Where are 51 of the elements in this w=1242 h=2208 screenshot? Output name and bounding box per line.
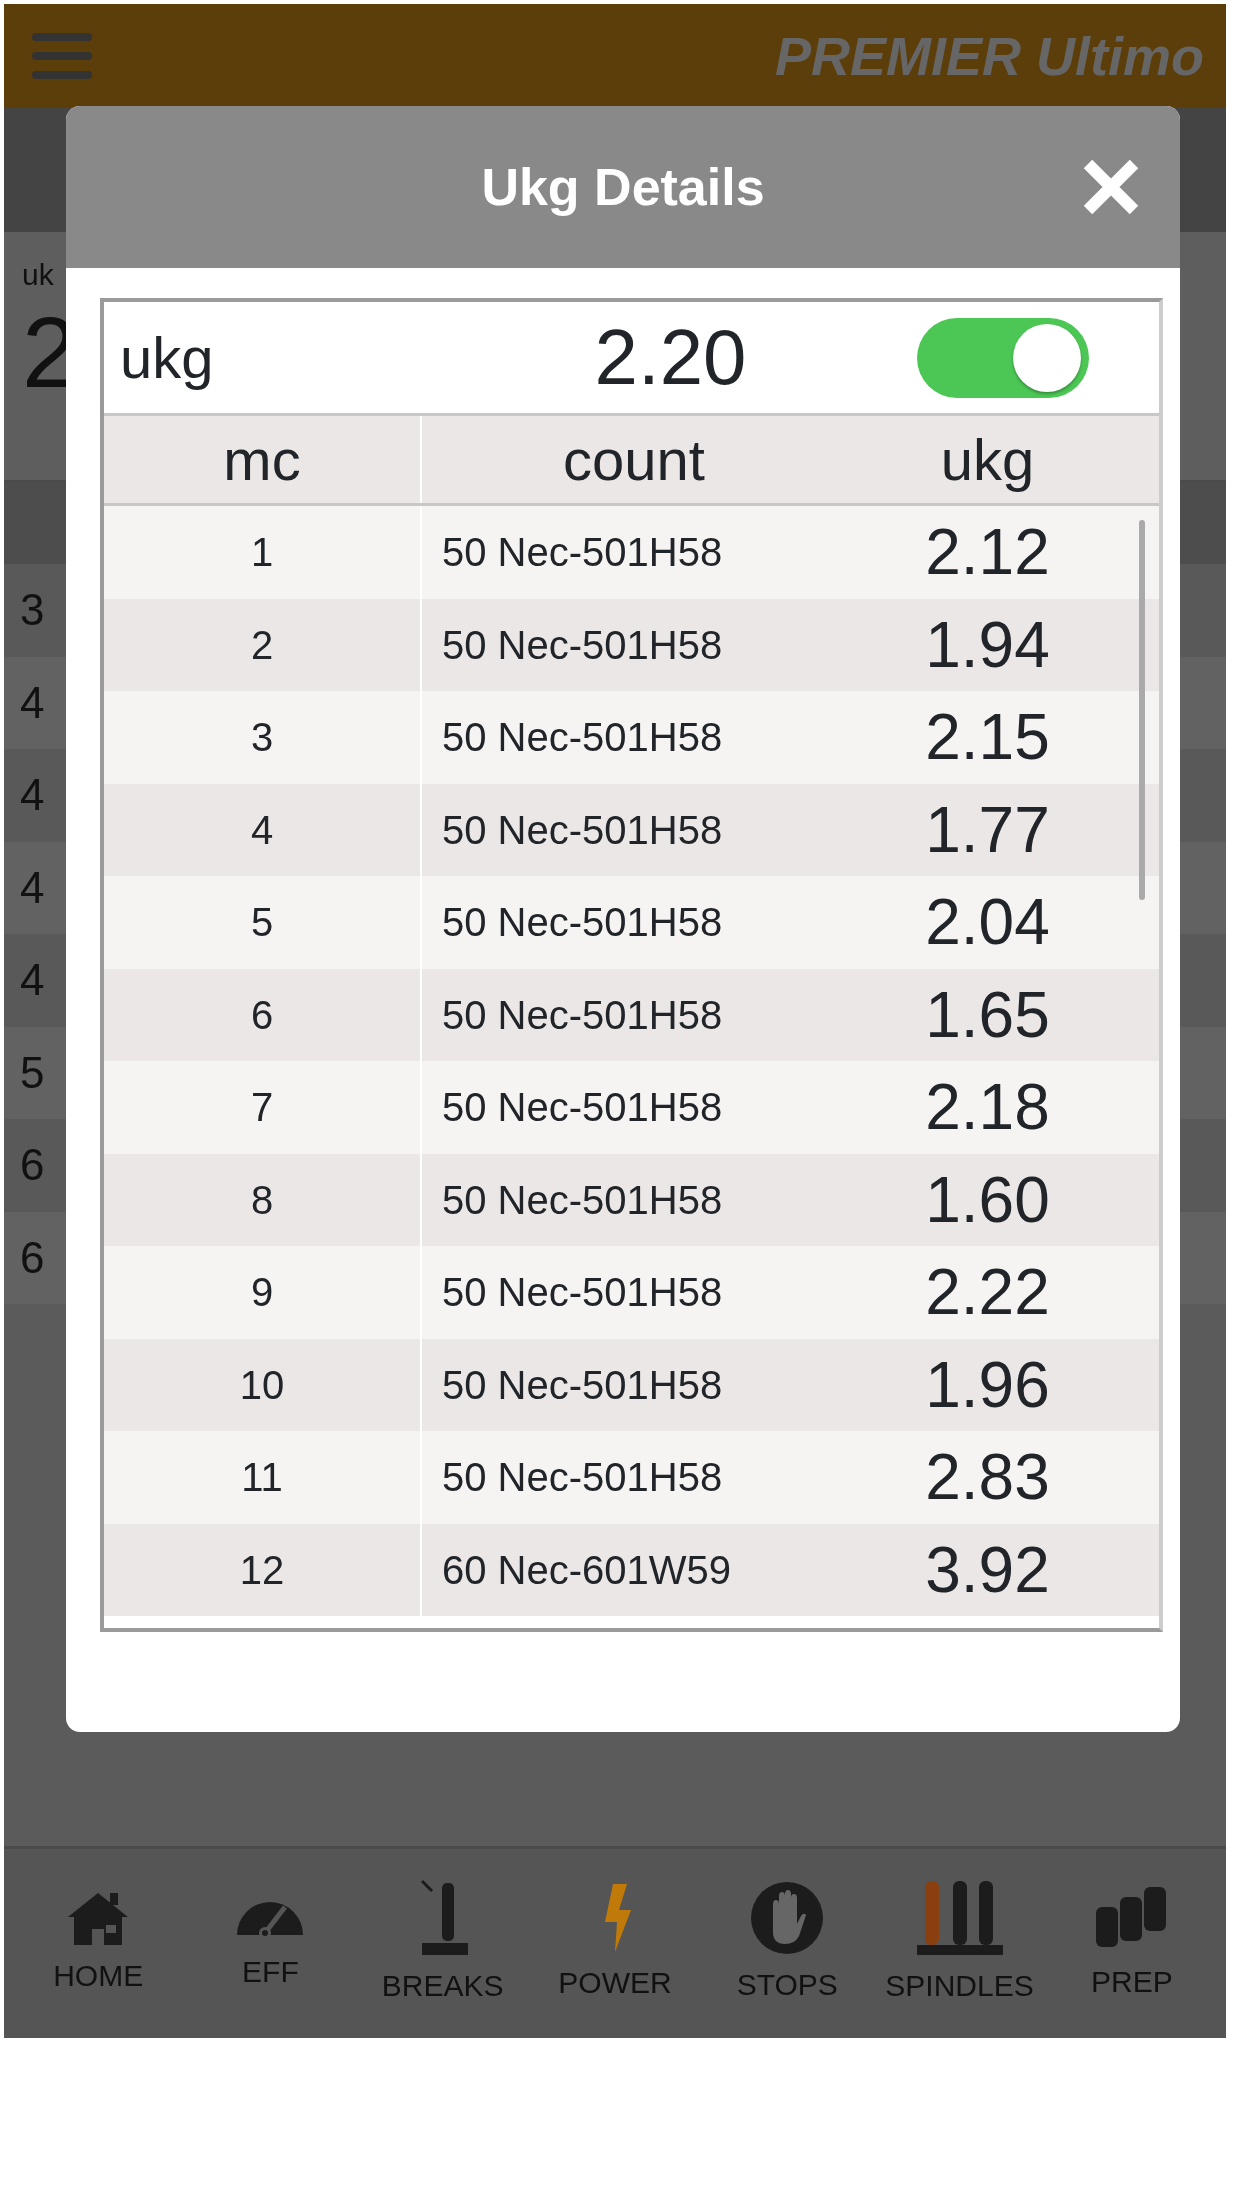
table-cell-text: 60 Nec-601W59 (441, 1546, 733, 1594)
table-cell-text: 50 Nec-501H58 (441, 714, 724, 762)
table-cell-text: 1.77 (924, 792, 1051, 868)
nav-tab[interactable]: STOPS (707, 1880, 868, 2007)
table-cell-text: 50 Nec-501H58 (441, 1269, 724, 1317)
table-cell-text: 50 Nec-501H58 (441, 1176, 724, 1224)
nav-tab[interactable]: EFF (190, 1893, 351, 1994)
spindles-icon (914, 1879, 1005, 1957)
row-label: 3 (20, 584, 45, 637)
table-cell-text: 50 Nec-501H58 (441, 1454, 724, 1502)
table-cell-text: 50 Nec-501H58 (441, 991, 724, 1039)
table-cell-text: 50 Nec-501H58 (441, 806, 724, 854)
menu-button[interactable] (30, 31, 94, 81)
row-label: 5 (20, 1046, 45, 1099)
column-header: ukg (939, 426, 1036, 494)
nav-tab[interactable]: PREP (1051, 1883, 1212, 2004)
table-cell-text: 50 Nec-501H58 (441, 1361, 724, 1409)
table-cell-text: 1.65 (924, 977, 1051, 1053)
row-label: 4 (20, 769, 45, 822)
row-label: 4 (20, 676, 45, 729)
nav-tab[interactable]: HOME (18, 1889, 179, 1998)
table-cell-text: 2.15 (924, 700, 1051, 776)
table-cell-text: 1.60 (924, 1162, 1051, 1238)
table-cell-text: 50 Nec-501H58 (441, 621, 724, 669)
nav-tab[interactable]: POWER (535, 1882, 695, 2005)
row-label: 4 (20, 861, 45, 914)
table-cell-text: 1.94 (924, 607, 1051, 683)
modal-title: Ukg Details (481, 157, 765, 218)
row-label: 6 (20, 1139, 45, 1192)
app-logo: PREMIER Ultimo (774, 24, 1204, 88)
nav-tab[interactable]: SPINDLES (879, 1879, 1040, 2008)
column-header: mc (104, 416, 422, 503)
table-cell: 12 (104, 1523, 422, 1616)
summary-value: 2.20 (593, 312, 748, 403)
table-cell-text: 3.92 (924, 1532, 1051, 1608)
table-cell-text: 1.96 (924, 1347, 1051, 1423)
table-cell-text: 2.83 (924, 1440, 1051, 1516)
table-cell-text: 2.22 (924, 1255, 1051, 1331)
table-cell-text: 50 Nec-501H58 (441, 899, 724, 947)
nav-tab[interactable]: BREAKS (362, 1879, 523, 2008)
table-cell-text: 50 Nec-501H58 (441, 1084, 724, 1132)
table-cell-text: 2.04 (924, 885, 1051, 961)
table-cell-text: 2.18 (924, 1070, 1051, 1146)
card-label: uk (22, 257, 55, 293)
table-cell-text: 50 Nec-501H58 (441, 529, 724, 577)
row-label: 6 (20, 1231, 45, 1284)
column-header: count (562, 426, 706, 494)
hand-icon (749, 1880, 826, 1956)
summary-label: ukg (119, 324, 215, 392)
table-cell-text: 2.12 (924, 515, 1051, 591)
row-label: 4 (20, 954, 45, 1007)
